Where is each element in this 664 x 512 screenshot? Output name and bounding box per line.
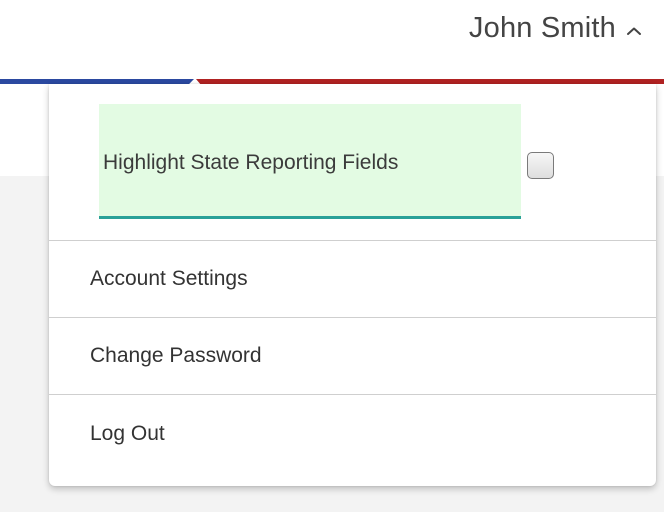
dropdown-menu-list: Account Settings Change Password Log Out [49,240,656,472]
menu-item-log-out[interactable]: Log Out [49,395,656,472]
menu-item-account-settings[interactable]: Account Settings [49,241,656,318]
chevron-up-icon [626,23,642,35]
user-menu-toggle[interactable]: John Smith [469,6,642,50]
highlight-state-reporting-label: Highlight State Reporting Fields [103,151,399,174]
highlight-state-reporting-field: Highlight State Reporting Fields [99,104,521,219]
user-name: John Smith [468,11,616,44]
highlight-state-reporting-checkbox[interactable] [527,152,554,179]
user-dropdown-menu: Highlight State Reporting Fields Account… [49,84,656,486]
menu-item-change-password[interactable]: Change Password [49,318,656,395]
